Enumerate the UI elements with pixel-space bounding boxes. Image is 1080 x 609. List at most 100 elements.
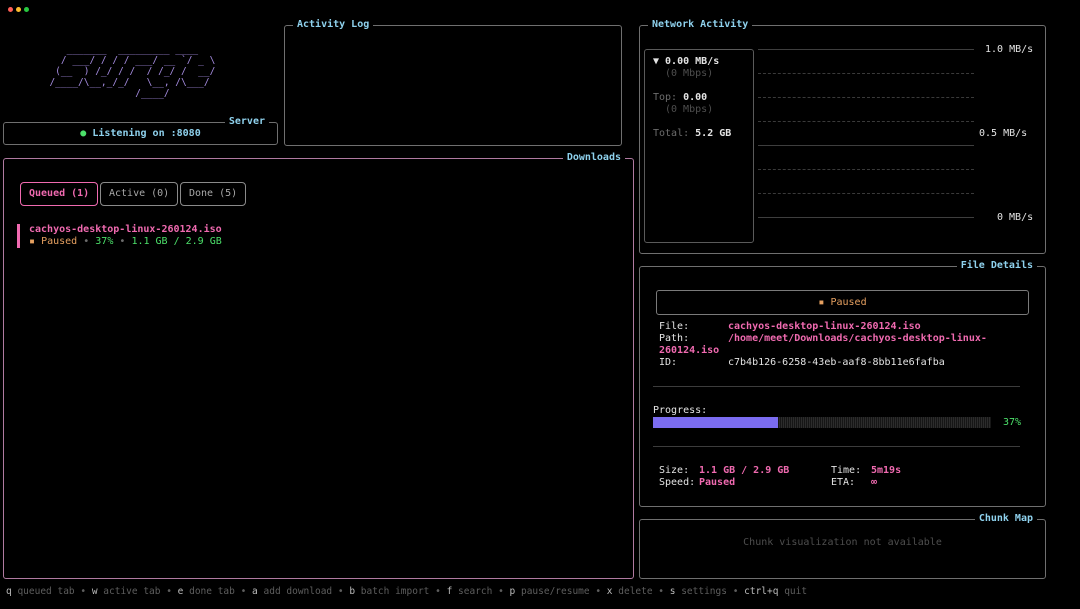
help-separator: • bbox=[74, 586, 92, 597]
eta-value: ∞ bbox=[871, 477, 878, 488]
window-controls bbox=[8, 7, 29, 12]
path-value-line2: 260124.iso bbox=[659, 345, 720, 356]
activity-log-title: Activity Log bbox=[293, 19, 374, 31]
help-separator: • bbox=[726, 586, 745, 597]
server-panel: Server ● Listening on :8080 bbox=[3, 116, 278, 145]
size-label: Size: bbox=[659, 465, 690, 476]
graph-gridline bbox=[758, 217, 974, 218]
tab-active[interactable]: Active (0) bbox=[100, 182, 179, 206]
graph-gridline bbox=[758, 97, 974, 98]
minimize-window-dot[interactable] bbox=[16, 7, 21, 12]
downloads-title: Downloads bbox=[562, 152, 625, 164]
help-label: search bbox=[452, 586, 493, 597]
graph-gridline bbox=[758, 121, 974, 122]
top-speed-mbps: (0 Mbps) bbox=[665, 104, 714, 115]
progress-bar bbox=[653, 417, 991, 428]
graph-axis-top: 1.0 MB/s bbox=[985, 44, 1034, 55]
time-label: Time: bbox=[831, 465, 862, 476]
id-label: ID: bbox=[659, 357, 678, 368]
file-status-row: ▪ Paused bbox=[657, 297, 1028, 309]
help-label: batch import bbox=[355, 586, 430, 597]
total-row: Total: 5.2 GB bbox=[653, 128, 731, 140]
graph-axis-bottom: 0 MB/s bbox=[997, 212, 1034, 223]
help-label: pause/resume bbox=[515, 586, 590, 597]
speed-eta-row: Speed: Paused ETA: ∞ bbox=[659, 477, 1019, 489]
chunk-map-message: Chunk visualization not available bbox=[743, 537, 942, 548]
help-separator: • bbox=[492, 586, 510, 597]
progress-label: Progress: bbox=[653, 405, 708, 416]
downloads-panel: Downloads bbox=[3, 152, 634, 579]
progress-percent: 37% bbox=[1003, 417, 1022, 428]
activity-log-panel: Activity Log bbox=[284, 19, 622, 146]
help-label: done tab bbox=[183, 586, 235, 597]
download-status: Paused bbox=[41, 236, 78, 247]
paused-icon: ▪ bbox=[29, 236, 36, 247]
section-divider bbox=[653, 446, 1020, 447]
current-speed-mbps: (0 Mbps) bbox=[665, 68, 714, 79]
network-activity-title: Network Activity bbox=[648, 19, 753, 31]
app-logo-ascii: _______ _________ ____ / ___/ / / / ___/… bbox=[49, 44, 216, 99]
network-stats: ▼ 0.00 MB/s (0 Mbps) Top: 0.00 (0 Mbps) … bbox=[653, 56, 731, 140]
help-label: add download bbox=[257, 586, 333, 597]
server-status: ● Listening on :8080 bbox=[4, 128, 277, 140]
download-list-item[interactable]: cachyos-desktop-linux-260124.iso ▪ Pause… bbox=[17, 224, 222, 248]
help-separator: • bbox=[589, 586, 607, 597]
close-window-dot[interactable] bbox=[8, 7, 13, 12]
top-speed-row: Top: 0.00 bbox=[653, 92, 731, 104]
id-value: c7b4b126-6258-43eb-aaf8-8bb11e6fafba bbox=[728, 357, 945, 368]
keybinding-help-bar: q queued tab • w active tab • e done tab… bbox=[6, 586, 807, 598]
path-label: Path: bbox=[659, 333, 690, 344]
graph-gridline bbox=[758, 193, 974, 194]
graph-gridline bbox=[758, 49, 974, 50]
size-value: 1.1 GB / 2.9 GB bbox=[699, 465, 790, 476]
chunk-map-panel: Chunk Map Chunk visualization not availa… bbox=[639, 513, 1046, 579]
help-key: ctrl+q bbox=[744, 586, 779, 597]
help-separator: • bbox=[652, 586, 670, 597]
graph-gridline bbox=[758, 145, 974, 146]
file-status-box: ▪ Paused bbox=[656, 290, 1029, 315]
path-value-line1: /home/meet/Downloads/cachyos-desktop-lin… bbox=[728, 333, 987, 344]
chunk-map-title: Chunk Map bbox=[974, 513, 1037, 525]
download-size: 1.1 GB / 2.9 GB bbox=[131, 236, 222, 247]
time-value: 5m19s bbox=[871, 465, 902, 476]
help-label: delete bbox=[612, 586, 653, 597]
help-separator: • bbox=[429, 586, 447, 597]
help-label: settings bbox=[675, 586, 727, 597]
file-row: File: cachyos-desktop-linux-260124.iso bbox=[659, 321, 1029, 333]
separator-dot: • bbox=[119, 236, 126, 247]
tab-queued[interactable]: Queued (1) bbox=[20, 182, 99, 206]
help-separator: • bbox=[160, 586, 178, 597]
server-status-text: Listening on :8080 bbox=[92, 128, 201, 139]
status-dot-icon: ● bbox=[80, 128, 87, 139]
section-divider bbox=[653, 386, 1020, 387]
help-label: active tab bbox=[97, 586, 161, 597]
help-label: queued tab bbox=[11, 586, 75, 597]
download-name: cachyos-desktop-linux-260124.iso bbox=[29, 224, 222, 235]
file-label: File: bbox=[659, 321, 690, 332]
graph-gridline bbox=[758, 73, 974, 74]
help-label: quit bbox=[778, 586, 808, 597]
current-speed: ▼ 0.00 MB/s bbox=[653, 56, 720, 67]
total-label: Total: bbox=[653, 128, 690, 139]
id-row: ID: c7b4b126-6258-43eb-aaf8-8bb11e6fafba bbox=[659, 357, 1029, 369]
file-details-title: File Details bbox=[956, 260, 1037, 272]
server-panel-title: Server bbox=[224, 116, 269, 128]
speed-label: Speed: bbox=[659, 477, 696, 488]
progress-bar-fill bbox=[653, 417, 779, 428]
download-status-line: ▪ Paused • 37% • 1.1 GB / 2.9 GB bbox=[29, 236, 222, 248]
file-status: Paused bbox=[830, 297, 867, 308]
transfer-stats: Size: 1.1 GB / 2.9 GB Time: 5m19s Speed:… bbox=[659, 465, 1019, 489]
top-speed-value: 0.00 bbox=[683, 92, 708, 103]
maximize-window-dot[interactable] bbox=[24, 7, 29, 12]
size-time-row: Size: 1.1 GB / 2.9 GB Time: 5m19s bbox=[659, 465, 1019, 477]
graph-axis-mid: 0.5 MB/s bbox=[979, 128, 1028, 139]
help-separator: • bbox=[332, 586, 350, 597]
help-separator: • bbox=[234, 586, 253, 597]
download-percent: 37% bbox=[95, 236, 114, 247]
eta-label: ETA: bbox=[831, 477, 856, 488]
paused-icon: ▪ bbox=[818, 297, 825, 308]
tab-done[interactable]: Done (5) bbox=[180, 182, 247, 206]
file-info: File: cachyos-desktop-linux-260124.iso P… bbox=[659, 321, 1029, 369]
separator-dot: • bbox=[83, 236, 90, 247]
graph-gridline bbox=[758, 169, 974, 170]
